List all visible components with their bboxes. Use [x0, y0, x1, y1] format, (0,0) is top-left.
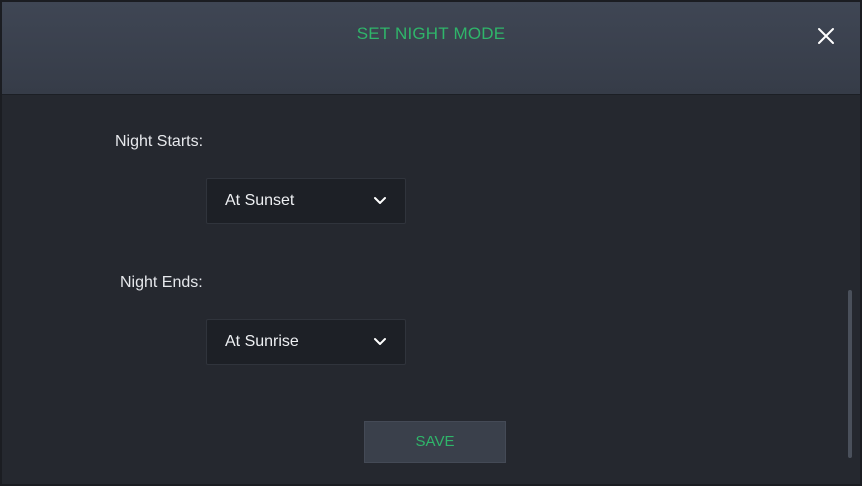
- chevron-down-icon: [373, 337, 387, 347]
- dialog-title: SET NIGHT MODE: [356, 24, 506, 43]
- night-mode-dialog: SET NIGHT MODE Night Starts: At Sunset N…: [0, 0, 862, 486]
- scrollbar[interactable]: [845, 94, 855, 482]
- scrollbar-thumb[interactable]: [848, 290, 852, 458]
- night-ends-value: At Sunrise: [225, 333, 299, 350]
- night-ends-select[interactable]: At Sunrise: [206, 319, 406, 365]
- night-starts-select[interactable]: At Sunset: [206, 178, 406, 224]
- close-icon: [818, 28, 834, 44]
- chevron-down-icon: [373, 196, 387, 206]
- save-button[interactable]: SAVE: [364, 421, 506, 463]
- night-ends-label: Night Ends:: [120, 274, 203, 291]
- close-button[interactable]: [814, 24, 838, 48]
- dialog-header: SET NIGHT MODE: [2, 2, 860, 95]
- night-starts-label: Night Starts:: [115, 133, 204, 150]
- night-starts-value: At Sunset: [225, 192, 295, 209]
